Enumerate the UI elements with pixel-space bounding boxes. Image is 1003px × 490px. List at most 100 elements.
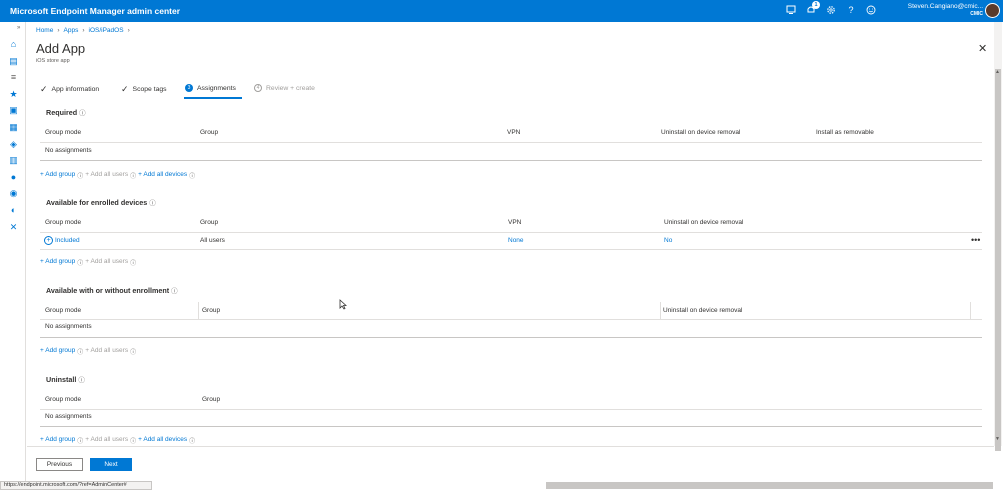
info-icon[interactable]: ⓘ xyxy=(77,171,83,180)
more-options-icon[interactable]: ••• xyxy=(971,235,980,245)
info-icon[interactable]: ⓘ xyxy=(189,171,195,180)
tab-app-information[interactable]: ✓ App information xyxy=(40,84,99,95)
breadcrumb-apps[interactable]: Apps xyxy=(64,27,79,34)
info-icon[interactable]: ⓘ xyxy=(149,200,156,207)
uninstall-add-links: + Add group ⓘ + Add all users ⓘ + Add al… xyxy=(40,436,195,445)
info-icon[interactable]: ⓘ xyxy=(189,436,195,445)
tab-scope-tags[interactable]: ✓ Scope tags xyxy=(121,84,167,95)
users-icon[interactable]: ● xyxy=(8,172,19,183)
info-icon[interactable]: ⓘ xyxy=(171,288,178,295)
status-url: https://endpoint.microsoft.com/?ref=Admi… xyxy=(0,481,152,490)
scroll-down-icon[interactable]: ▼ xyxy=(995,436,1000,442)
divider xyxy=(40,409,982,410)
divider xyxy=(40,319,982,320)
apps-icon[interactable]: ▦ xyxy=(8,122,19,133)
column-header: Uninstall on device removal xyxy=(664,219,744,226)
app-title[interactable]: Microsoft Endpoint Manager admin center xyxy=(10,6,180,16)
empty-message: No assignments xyxy=(45,413,92,420)
tenant-admin-icon[interactable]: ◐ xyxy=(8,205,19,216)
add-all-users-link: + Add all users xyxy=(85,347,129,354)
column-header: Uninstall on device removal xyxy=(663,307,743,314)
column-header: Group mode xyxy=(45,396,82,403)
add-all-users-link: + Add all users xyxy=(85,436,129,443)
column-divider xyxy=(970,302,971,319)
add-group-link[interactable]: + Add group xyxy=(40,436,75,445)
info-icon[interactable]: ⓘ xyxy=(79,110,86,117)
uninstall-value[interactable]: No xyxy=(664,237,672,244)
tab-label: App information xyxy=(51,86,100,93)
notification-badge: 1 xyxy=(812,1,820,9)
section-label: Available with or without enrollment xyxy=(46,286,170,295)
reports-icon[interactable]: ▥ xyxy=(8,155,19,166)
add-all-users-link: + Add all users xyxy=(85,258,129,265)
chevron-right-icon: › xyxy=(82,27,85,34)
breadcrumb: Home › Apps › iOS/iPadOS › xyxy=(36,27,130,34)
breadcrumb-ios[interactable]: iOS/iPadOS xyxy=(89,27,124,34)
add-group-link[interactable]: + Add group xyxy=(40,347,75,356)
info-icon[interactable]: ⓘ xyxy=(78,377,85,384)
groups-icon[interactable]: ◉ xyxy=(8,188,19,199)
user-name: Steven.Cangiano@cmic... xyxy=(907,3,983,10)
tab-label: Scope tags xyxy=(132,86,167,93)
expand-sidebar-icon[interactable]: » xyxy=(17,25,20,31)
info-icon[interactable]: ⓘ xyxy=(77,436,83,445)
main-content: Home › Apps › iOS/iPadOS › Add App iOS s… xyxy=(27,22,993,446)
next-button[interactable]: Next xyxy=(90,458,132,471)
column-divider xyxy=(660,302,661,319)
add-group-link[interactable]: + Add group xyxy=(40,258,75,267)
checkmark-icon: ✓ xyxy=(40,84,48,94)
info-icon[interactable]: ⓘ xyxy=(77,347,83,356)
scrollbar-thumb[interactable] xyxy=(995,69,1001,451)
chevron-right-icon: › xyxy=(57,27,60,34)
all-services-icon[interactable]: ≡ xyxy=(8,72,19,83)
vertical-scrollbar[interactable]: ▲ ▼ xyxy=(994,22,1002,451)
info-icon[interactable]: ⓘ xyxy=(130,436,136,445)
tab-assignments[interactable]: 3 Assignments xyxy=(185,84,236,92)
breadcrumb-home[interactable]: Home xyxy=(36,27,53,34)
column-divider xyxy=(198,302,199,319)
info-icon[interactable]: ⓘ xyxy=(130,258,136,267)
previous-button[interactable]: Previous xyxy=(36,458,83,471)
troubleshooting-icon[interactable]: ✕ xyxy=(8,222,19,233)
remote-icon[interactable] xyxy=(785,3,797,17)
divider xyxy=(40,142,982,143)
add-all-devices-link[interactable]: + Add all devices xyxy=(138,171,187,180)
add-group-link[interactable]: + Add group xyxy=(40,171,75,180)
column-header: Group mode xyxy=(45,307,82,314)
info-icon[interactable]: ⓘ xyxy=(130,171,136,180)
section-label: Required xyxy=(46,108,78,117)
scroll-up-icon[interactable]: ▲ xyxy=(995,69,1000,75)
section-label: Uninstall xyxy=(46,375,77,384)
without-add-links: + Add group ⓘ + Add all users ⓘ xyxy=(40,347,136,356)
add-all-devices-link[interactable]: + Add all devices xyxy=(138,436,187,445)
settings-icon[interactable] xyxy=(825,3,837,17)
vpn-value[interactable]: None xyxy=(508,237,524,244)
info-icon[interactable]: ⓘ xyxy=(77,258,83,267)
column-header: Group mode xyxy=(45,129,82,136)
divider xyxy=(40,232,982,233)
favorites-icon[interactable]: ★ xyxy=(8,89,19,100)
horizontal-scrollbar[interactable] xyxy=(546,482,993,489)
mouse-pointer-icon xyxy=(339,299,348,312)
devices-icon[interactable]: ▣ xyxy=(8,105,19,116)
help-icon[interactable]: ? xyxy=(845,3,857,17)
dashboard-icon[interactable]: ▤ xyxy=(8,56,19,67)
tab-label: Assignments xyxy=(197,84,236,92)
section-required-title: Required ⓘ xyxy=(46,107,86,117)
notification-icon[interactable]: 1 xyxy=(805,1,820,17)
home-icon[interactable]: ⌂ xyxy=(8,39,19,50)
close-icon[interactable]: ✕ xyxy=(978,42,987,55)
feedback-icon[interactable] xyxy=(865,3,877,17)
tab-review-create: 4 Review + create xyxy=(254,84,315,92)
empty-message: No assignments xyxy=(45,147,92,154)
endpoint-security-icon[interactable]: ◈ xyxy=(8,139,19,150)
divider xyxy=(40,337,982,338)
account-info[interactable]: Steven.Cangiano@cmic... CMIC xyxy=(897,3,983,17)
empty-message: No assignments xyxy=(45,323,92,330)
avatar[interactable] xyxy=(985,3,1000,18)
info-icon[interactable]: ⓘ xyxy=(130,347,136,356)
group-mode-included[interactable]: + Included xyxy=(44,236,80,245)
divider xyxy=(40,426,982,427)
column-header: Group mode xyxy=(45,219,82,226)
wizard-footer: Previous Next xyxy=(27,446,994,482)
